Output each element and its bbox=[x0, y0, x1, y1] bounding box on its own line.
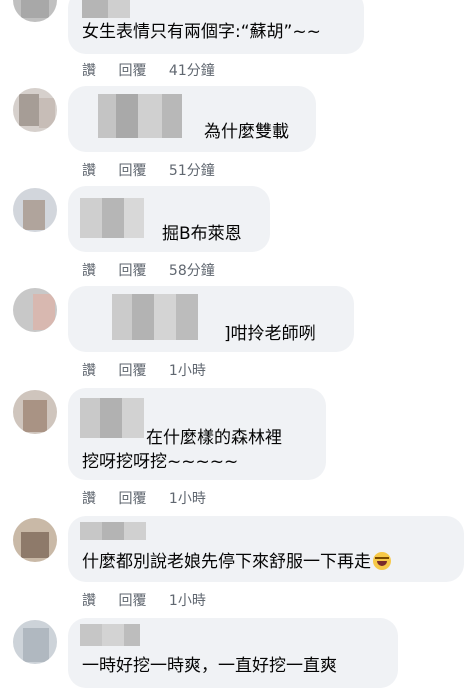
reply-button[interactable]: 回覆 bbox=[118, 363, 146, 379]
avatar[interactable] bbox=[13, 620, 57, 664]
comment-actions: 讚 回覆 51分鐘 bbox=[82, 160, 233, 180]
like-button[interactable]: 讚 bbox=[82, 63, 96, 79]
reply-button[interactable]: 回覆 bbox=[118, 263, 146, 279]
comment-text: 為什麼雙載 bbox=[204, 122, 289, 142]
comment-bubble: 什麼都別說老娘先停下來舒服一下再走 bbox=[68, 516, 464, 582]
laughing-crying-emoji-icon bbox=[373, 552, 391, 570]
comment-actions: 讚 回覆 1小時 bbox=[82, 488, 224, 508]
comment-actions: 讚 回覆 1小時 bbox=[82, 360, 224, 380]
avatar[interactable] bbox=[13, 88, 57, 132]
comment-text-content: 什麼都別說老娘先停下來舒服一下再走 bbox=[82, 552, 371, 572]
comment-text: 女生表情只有兩個字:“蘇胡”~~ bbox=[82, 22, 321, 42]
timestamp[interactable]: 58分鐘 bbox=[169, 263, 215, 279]
like-button[interactable]: 讚 bbox=[82, 163, 96, 179]
timestamp[interactable]: 51分鐘 bbox=[169, 163, 215, 179]
avatar[interactable] bbox=[13, 188, 57, 232]
timestamp[interactable]: 1小時 bbox=[169, 593, 206, 609]
commenter-name[interactable] bbox=[112, 294, 198, 340]
timestamp[interactable]: 41分鐘 bbox=[169, 63, 215, 79]
comment-bubble: ]咁拎老師咧 bbox=[68, 286, 354, 352]
reply-button[interactable]: 回覆 bbox=[118, 491, 146, 507]
commenter-name[interactable] bbox=[98, 94, 182, 138]
like-button[interactable]: 讚 bbox=[82, 363, 96, 379]
commenter-name[interactable] bbox=[80, 398, 144, 438]
like-button[interactable]: 讚 bbox=[82, 491, 96, 507]
comment-actions: 讚 回覆 41分鐘 bbox=[82, 60, 233, 80]
comment-text: 一時好挖一時爽，一直好挖一直爽 bbox=[82, 656, 337, 676]
reply-button[interactable]: 回覆 bbox=[118, 163, 146, 179]
avatar[interactable] bbox=[13, 288, 57, 332]
timestamp[interactable]: 1小時 bbox=[169, 491, 206, 507]
comment-actions: 讚 回覆 1小時 bbox=[82, 590, 224, 610]
comment-bubble: 掘B布萊恩 bbox=[68, 186, 270, 252]
comment-text-line-2: 挖呀挖呀挖~~~~~ bbox=[82, 452, 239, 472]
avatar[interactable] bbox=[13, 390, 57, 434]
commenter-name[interactable] bbox=[82, 0, 130, 18]
comment-actions: 讚 回覆 58分鐘 bbox=[82, 260, 233, 280]
like-button[interactable]: 讚 bbox=[82, 593, 96, 609]
commenter-name[interactable] bbox=[80, 624, 140, 646]
reply-button[interactable]: 回覆 bbox=[118, 63, 146, 79]
comment-text: 在什麼樣的森林裡 bbox=[146, 428, 282, 448]
comment-bubble: 為什麼雙載 bbox=[68, 86, 316, 152]
reply-button[interactable]: 回覆 bbox=[118, 593, 146, 609]
comment-text: 掘B布萊恩 bbox=[162, 224, 242, 244]
timestamp[interactable]: 1小時 bbox=[169, 363, 206, 379]
avatar[interactable] bbox=[13, 0, 57, 22]
like-button[interactable]: 讚 bbox=[82, 263, 96, 279]
comment-bubble: 在什麼樣的森林裡 挖呀挖呀挖~~~~~ bbox=[68, 388, 326, 480]
comment-bubble: 女生表情只有兩個字:“蘇胡”~~ bbox=[68, 0, 364, 54]
avatar[interactable] bbox=[13, 518, 57, 562]
commenter-name[interactable] bbox=[80, 522, 146, 540]
commenter-name[interactable] bbox=[80, 198, 144, 238]
comment-text: ]咁拎老師咧 bbox=[224, 324, 316, 344]
comment-bubble: 一時好挖一時爽，一直好挖一直爽 bbox=[68, 618, 398, 688]
comment-text: 什麼都別說老娘先停下來舒服一下再走 bbox=[82, 550, 391, 574]
